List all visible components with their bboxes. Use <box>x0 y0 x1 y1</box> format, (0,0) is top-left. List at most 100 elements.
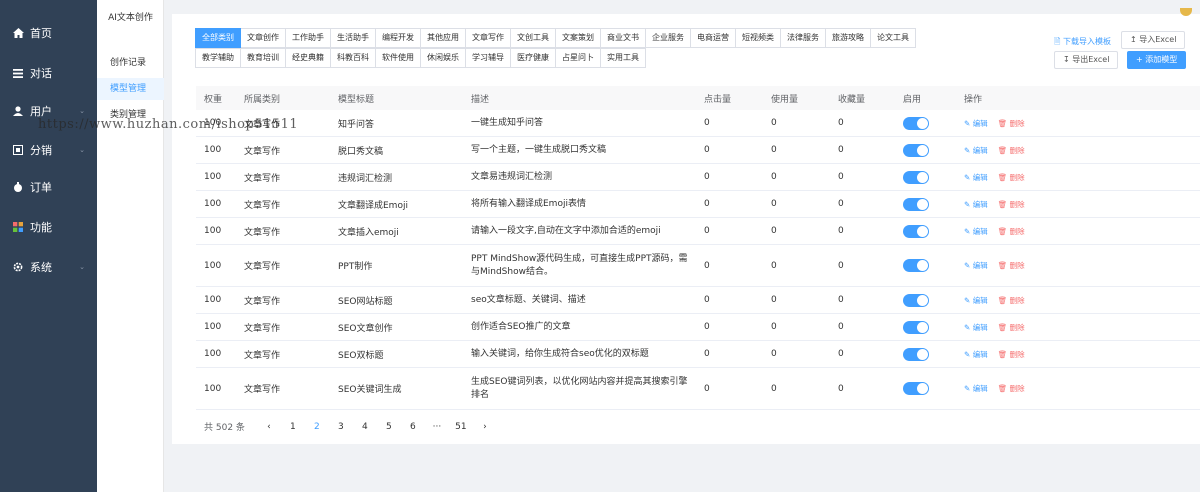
pagination-page[interactable]: 6 <box>407 422 419 432</box>
category-tab[interactable]: 教学辅助 <box>195 48 241 68</box>
export-excel-button[interactable]: ↧ 导出Excel <box>1054 51 1119 69</box>
enable-toggle[interactable] <box>903 224 929 238</box>
edit-button[interactable]: ✎ 编辑 <box>964 119 988 128</box>
pagination-page[interactable]: 5 <box>383 422 395 432</box>
delete-button[interactable]: 🗑 删除 <box>998 200 1025 209</box>
category-tab[interactable]: 经史典籍 <box>285 48 331 68</box>
nav-user[interactable]: 用户 ⌄ <box>0 96 97 126</box>
sub-item-records[interactable]: 创作记录 <box>97 52 164 74</box>
pagination-page[interactable]: 51 <box>455 422 467 432</box>
nav-function[interactable]: 功能 <box>0 212 97 242</box>
pagination-page[interactable]: 4 <box>359 422 371 432</box>
edit-label: 编辑 <box>972 226 988 236</box>
category-tab[interactable]: 医疗健康 <box>510 48 556 68</box>
delete-button[interactable]: 🗑 删除 <box>998 227 1025 236</box>
trash-icon: 🗑 <box>997 226 1008 236</box>
pagination-page[interactable]: 1 <box>287 422 299 432</box>
cell-uses: 0 <box>771 260 777 271</box>
pagination-prev[interactable]: ‹ <box>263 422 275 432</box>
nav-chat[interactable]: 对话 <box>0 58 97 88</box>
enable-toggle[interactable] <box>903 197 929 211</box>
category-tab[interactable]: 软件使用 <box>375 48 421 68</box>
edit-label: 编辑 <box>972 349 988 359</box>
category-tab[interactable]: 其他应用 <box>420 28 466 48</box>
delete-button[interactable]: 🗑 删除 <box>998 146 1025 155</box>
edit-label: 编辑 <box>972 261 988 270</box>
import-excel-button[interactable]: ↥ 导入Excel <box>1121 31 1186 49</box>
category-tab[interactable]: 企业服务 <box>645 28 691 48</box>
sub-item-models[interactable]: 模型管理 <box>97 78 164 100</box>
enable-toggle[interactable] <box>903 143 929 157</box>
enable-toggle[interactable] <box>903 170 929 184</box>
nav-system[interactable]: 系统 ⌄ <box>0 252 97 282</box>
cell-category: 文章写作 <box>244 350 281 361</box>
pagination: 共 502 条 ‹ 1 2 3 4 5 6 ··· 51 › <box>204 420 497 434</box>
nav-home[interactable]: 首页 <box>0 18 97 48</box>
enable-toggle[interactable] <box>903 382 929 395</box>
delete-button[interactable]: 🗑 删除 <box>998 261 1025 270</box>
edit-label: 编辑 <box>972 118 988 128</box>
edit-button[interactable]: ✎ 编辑 <box>964 261 988 270</box>
edit-button[interactable]: ✎ 编辑 <box>964 384 988 393</box>
category-tab[interactable]: 全部类别 <box>195 28 241 48</box>
category-tab[interactable]: 学习辅导 <box>465 48 511 68</box>
edit-button[interactable]: ✎ 编辑 <box>964 146 988 155</box>
add-model-button[interactable]: + 添加模型 <box>1127 51 1187 69</box>
pagination-next[interactable]: › <box>479 422 491 432</box>
category-tab[interactable]: 短视频类 <box>735 28 781 48</box>
category-tab[interactable]: 休闲娱乐 <box>420 48 466 68</box>
cell-description: 请输入一段文字,自动在文字中添加合适的emoji <box>471 225 661 236</box>
cell-clicks: 0 <box>704 199 710 209</box>
cell-enabled <box>895 320 956 334</box>
category-tab[interactable]: 教育培训 <box>240 48 286 68</box>
category-tab[interactable]: 文创工具 <box>510 28 556 48</box>
edit-button[interactable]: ✎ 编辑 <box>964 350 988 359</box>
plus-icon: + <box>1136 55 1143 64</box>
category-tab[interactable]: 文章写作 <box>465 28 511 48</box>
cell-category: 文章写作 <box>244 323 281 334</box>
table-row: 100 文章写作 SEO文章创作 创作适合SEO推广的文章 0 0 0 ✎ 编辑 🗑 删除 <box>196 314 1200 341</box>
edit-button[interactable]: ✎ 编辑 <box>964 227 988 236</box>
category-tab[interactable]: 编程开发 <box>375 28 421 48</box>
column-header: 点击量 <box>704 94 732 105</box>
delete-button[interactable]: 🗑 删除 <box>998 296 1025 305</box>
enable-toggle[interactable] <box>903 116 929 130</box>
category-tab[interactable]: 法律服务 <box>780 28 826 48</box>
download-template-button[interactable]: 🗎 下载导入模板 <box>1054 34 1111 52</box>
pagination-page[interactable]: 2 <box>311 422 323 432</box>
delete-button[interactable]: 🗑 删除 <box>998 119 1025 128</box>
enable-toggle[interactable] <box>903 293 929 307</box>
category-tab[interactable]: 实用工具 <box>600 48 646 68</box>
category-tab[interactable]: 商业文书 <box>600 28 646 48</box>
pagination-page[interactable]: ··· <box>431 422 443 432</box>
category-tab[interactable]: 科教百科 <box>330 48 376 68</box>
edit-button[interactable]: ✎ 编辑 <box>964 296 988 305</box>
edit-button[interactable]: ✎ 编辑 <box>964 173 988 182</box>
enable-toggle[interactable] <box>903 320 929 334</box>
nav-order[interactable]: 订单 <box>0 172 97 202</box>
category-tab[interactable]: 文章创作 <box>240 28 286 48</box>
sub-item-categories[interactable]: 类别管理 <box>97 104 164 126</box>
export-excel-label: 导出Excel <box>1072 55 1110 64</box>
edit-button[interactable]: ✎ 编辑 <box>964 200 988 209</box>
cell-description: 文章易违规词汇检测 <box>471 171 553 182</box>
nav-distribution[interactable]: 分销 ⌄ <box>0 135 97 165</box>
category-tab[interactable]: 旅游攻略 <box>825 28 871 48</box>
edit-button[interactable]: ✎ 编辑 <box>964 323 988 332</box>
trash-icon: 🗑 <box>997 261 1008 270</box>
category-tab[interactable]: 电商运营 <box>690 28 736 48</box>
delete-button[interactable]: 🗑 删除 <box>998 323 1025 332</box>
category-tab[interactable]: 文案策划 <box>555 28 601 48</box>
category-tab[interactable]: 论文工具 <box>870 28 916 48</box>
enable-toggle[interactable] <box>903 259 929 272</box>
cell-enabled <box>895 143 956 157</box>
cell-actions: ✎ 编辑 🗑 删除 <box>956 322 1086 333</box>
enable-toggle[interactable] <box>903 347 929 361</box>
category-tab[interactable]: 生活助手 <box>330 28 376 48</box>
delete-button[interactable]: 🗑 删除 <box>998 173 1025 182</box>
delete-button[interactable]: 🗑 删除 <box>998 350 1025 359</box>
pagination-page[interactable]: 3 <box>335 422 347 432</box>
category-tab[interactable]: 占星问卜 <box>555 48 601 68</box>
delete-button[interactable]: 🗑 删除 <box>998 384 1025 393</box>
category-tab[interactable]: 工作助手 <box>285 28 331 48</box>
